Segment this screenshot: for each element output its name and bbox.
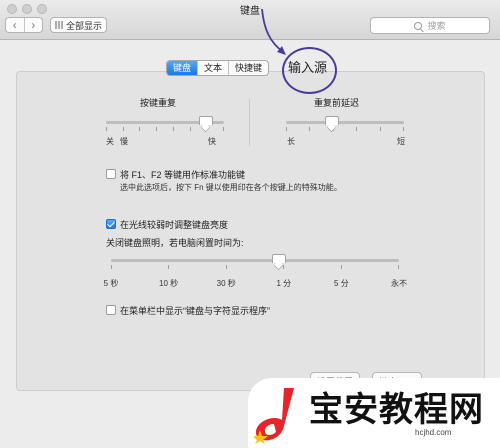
fn-keys-label: 将 F1、F2 等键用作标准功能键 (120, 170, 246, 180)
back-button[interactable]: ‹ (6, 18, 24, 32)
nav-buttons: ‹ › (5, 17, 43, 33)
delay-long-label: 长 (287, 137, 295, 146)
watermark-logo-icon (254, 388, 294, 444)
slider-tick (356, 127, 358, 131)
slider-tick (156, 127, 158, 131)
watermark-text: 宝安教程网 (309, 390, 484, 430)
chevron-right-icon: › (31, 18, 36, 32)
slider-tick (139, 127, 141, 131)
fn-keys-checkbox[interactable] (106, 169, 116, 179)
key-repeat-title: 按键重复 (140, 98, 177, 108)
slider-knob[interactable] (199, 116, 214, 129)
slider-tick (309, 127, 311, 131)
slider-tick (402, 127, 404, 131)
backlight-scale-label: 1 分 (276, 279, 292, 288)
slider-knob[interactable] (272, 254, 287, 267)
delay-short-label: 短 (397, 137, 405, 146)
tab-shortcuts[interactable]: 快捷键 (228, 61, 268, 75)
slider-tick (340, 265, 342, 269)
watermark-url: hcjhd.com (415, 428, 452, 437)
settings-panel (16, 71, 485, 391)
slider-tick (168, 265, 170, 269)
toolbar: 键盘 ‹ › 全部显示 搜索 (0, 0, 500, 40)
show-all-label: 全部显示 (65, 20, 102, 31)
tab-input-sources[interactable]: 输入源 (283, 61, 330, 75)
slider-tick (225, 265, 227, 269)
window-title: 键盘 (240, 6, 260, 17)
key-repeat-slider[interactable] (106, 116, 224, 131)
slider-tick (189, 127, 191, 131)
keyboard-preferences-window: 键盘 ‹ › 全部显示 搜索 键盘 文本 快捷键 输入源 按键重复 关 慢 快 (0, 0, 500, 448)
search-icon (414, 21, 423, 30)
key-repeat-slow-label: 慢 (120, 137, 128, 146)
slider-tick (111, 265, 112, 269)
auto-brightness-label: 在光线较弱时调整键盘亮度 (120, 220, 229, 230)
search-field[interactable]: 搜索 (370, 17, 490, 34)
forward-button[interactable]: › (23, 18, 43, 32)
fn-keys-description: 选中此选项后，按下 Fn 键以使用印在各个按键上的特殊功能。 (120, 183, 342, 192)
slider-tick (106, 127, 107, 131)
backlight-scale-label: 永不 (391, 279, 407, 288)
slider-ticks (111, 265, 399, 269)
slider-track (286, 121, 404, 124)
menu-bar-viewer-label: 在菜单栏中显示“键盘与字符显示程序” (120, 306, 270, 316)
key-repeat-off-label: 关 (106, 137, 114, 146)
menu-bar-viewer-checkbox[interactable] (106, 305, 116, 315)
slider-tick (286, 127, 287, 131)
backlight-off-title: 关闭键盘照明，若电脑闲置时间为: (106, 238, 244, 248)
backlight-scale-label: 5 分 (334, 279, 349, 288)
backlight-off-slider[interactable] (111, 254, 399, 269)
tab-keyboard[interactable]: 键盘 (167, 61, 198, 75)
delay-until-repeat-slider[interactable] (286, 116, 404, 131)
search-placeholder: 搜索 (427, 21, 446, 31)
slider-tick (122, 127, 124, 131)
backlight-scale-label: 5 秒 (103, 279, 119, 288)
slider-tick (397, 265, 399, 269)
backlight-scale-label: 10 秒 (159, 279, 179, 288)
tab-bar: 键盘 文本 快捷键 (166, 60, 270, 76)
slider-knob[interactable] (324, 116, 339, 129)
delay-until-repeat-title: 重复前延迟 (314, 98, 360, 108)
key-repeat-fast-label: 快 (208, 137, 216, 146)
backlight-scale-label: 30 秒 (216, 279, 236, 288)
slider-tick (172, 127, 174, 131)
auto-brightness-checkbox[interactable] (106, 219, 116, 229)
show-all-button[interactable]: 全部显示 (50, 17, 107, 33)
column-divider (249, 99, 250, 146)
slider-tick (222, 127, 224, 131)
chevron-left-icon: ‹ (12, 18, 17, 32)
slider-ticks (286, 127, 404, 131)
slider-tick (379, 127, 381, 131)
slider-track (111, 259, 399, 262)
grid-icon (54, 21, 63, 29)
tab-text[interactable]: 文本 (197, 61, 228, 75)
